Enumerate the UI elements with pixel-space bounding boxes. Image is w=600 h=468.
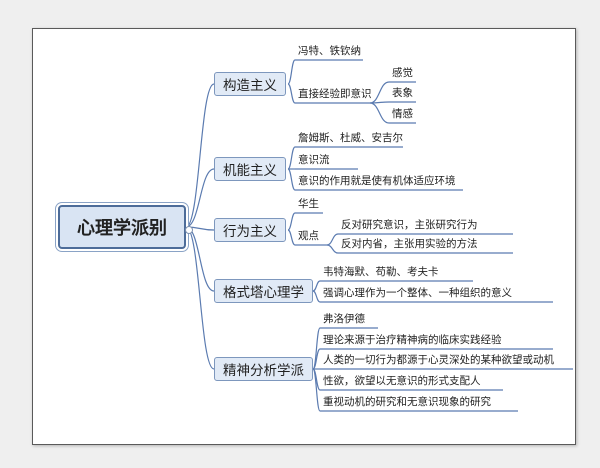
branch-topic-gestalt[interactable]: 格式塔心理学 <box>214 279 313 303</box>
branch-topic-functionalism[interactable]: 机能主义 <box>214 157 286 181</box>
branch-topic-psychoanalysis[interactable]: 精神分析学派 <box>214 357 313 381</box>
branch-label: 行为主义 <box>223 224 277 240</box>
root-topic-label: 心理学派别 <box>77 218 167 239</box>
branch-leaf-connector <box>326 244 339 254</box>
leaf-topic[interactable]: 直接经验即意识 <box>298 87 372 101</box>
leaf-topic[interactable]: 强调心理作为一个整体、一种组织的意义 <box>323 286 512 300</box>
branch-label: 格式塔心理学 <box>223 285 304 301</box>
branch-leaf-connector <box>326 233 339 246</box>
leaf-topic[interactable]: 表象 <box>392 86 413 100</box>
leaf-topic[interactable]: 冯特、铁钦纳 <box>298 44 361 58</box>
leaf-topic[interactable]: 韦特海默、苟勒、考夫卡 <box>323 265 439 279</box>
leaf-topic[interactable]: 弗洛伊德 <box>323 312 365 326</box>
leaf-topic[interactable]: 理论来源于治疗精神病的临床实践经验 <box>323 333 502 347</box>
branch-label: 精神分析学派 <box>223 363 304 379</box>
branch-label: 机能主义 <box>223 163 277 179</box>
branch-leaf-connector <box>287 229 296 246</box>
root-branch-connector <box>185 226 215 370</box>
root-branch-connector <box>185 168 215 228</box>
branch-leaf-connector <box>287 168 296 191</box>
branch-leaf-connector <box>287 83 296 104</box>
leaf-topic[interactable]: 观点 <box>298 229 319 243</box>
leaf-topic[interactable]: 华生 <box>298 197 319 211</box>
branch-topic-behaviorism[interactable]: 行为主义 <box>214 218 286 242</box>
collapse-toggle-icon[interactable] <box>185 226 193 234</box>
branch-leaf-connector <box>312 327 321 370</box>
leaf-topic[interactable]: 感觉 <box>392 66 413 80</box>
leaf-topic[interactable]: 意识的作用就是使有机体适应环境 <box>298 174 456 188</box>
branch-leaf-connector <box>312 368 321 412</box>
branch-leaf-connector <box>312 290 321 303</box>
leaf-topic[interactable]: 情感 <box>392 107 413 121</box>
mindmap-canvas: 心理学派别 构造主义 冯特、铁钦纳 直接经验即意识 感觉 表象 情感 机能主义 … <box>32 28 576 445</box>
branch-leaf-connector <box>287 212 296 231</box>
leaf-topic[interactable]: 反对内省，主张用实验的方法 <box>341 237 478 251</box>
branch-label: 构造主义 <box>223 78 277 94</box>
branch-leaf-connector <box>287 59 296 85</box>
branch-leaf-connector <box>369 81 390 104</box>
leaf-topic[interactable]: 詹姆斯、杜威、安吉尔 <box>298 131 403 145</box>
branch-topic-structuralism[interactable]: 构造主义 <box>214 72 286 96</box>
branch-leaf-connector <box>312 280 321 292</box>
root-branch-connector <box>185 226 215 292</box>
leaf-topic[interactable]: 重视动机的研究和无意识现象的研究 <box>323 395 491 409</box>
leaf-topic[interactable]: 反对研究意识，主张研究行为 <box>341 218 478 232</box>
branch-leaf-connector <box>287 146 296 170</box>
leaf-topic[interactable]: 意识流 <box>298 153 330 167</box>
root-branch-connector <box>185 83 215 228</box>
root-topic[interactable]: 心理学派别 <box>58 205 193 249</box>
branch-leaf-connector <box>369 102 390 124</box>
leaf-topic[interactable]: 性欲，欲望以无意识的形式支配人 <box>323 374 481 388</box>
leaf-topic[interactable]: 人类的一切行为都源于心灵深处的某种欲望或动机 <box>323 353 554 367</box>
